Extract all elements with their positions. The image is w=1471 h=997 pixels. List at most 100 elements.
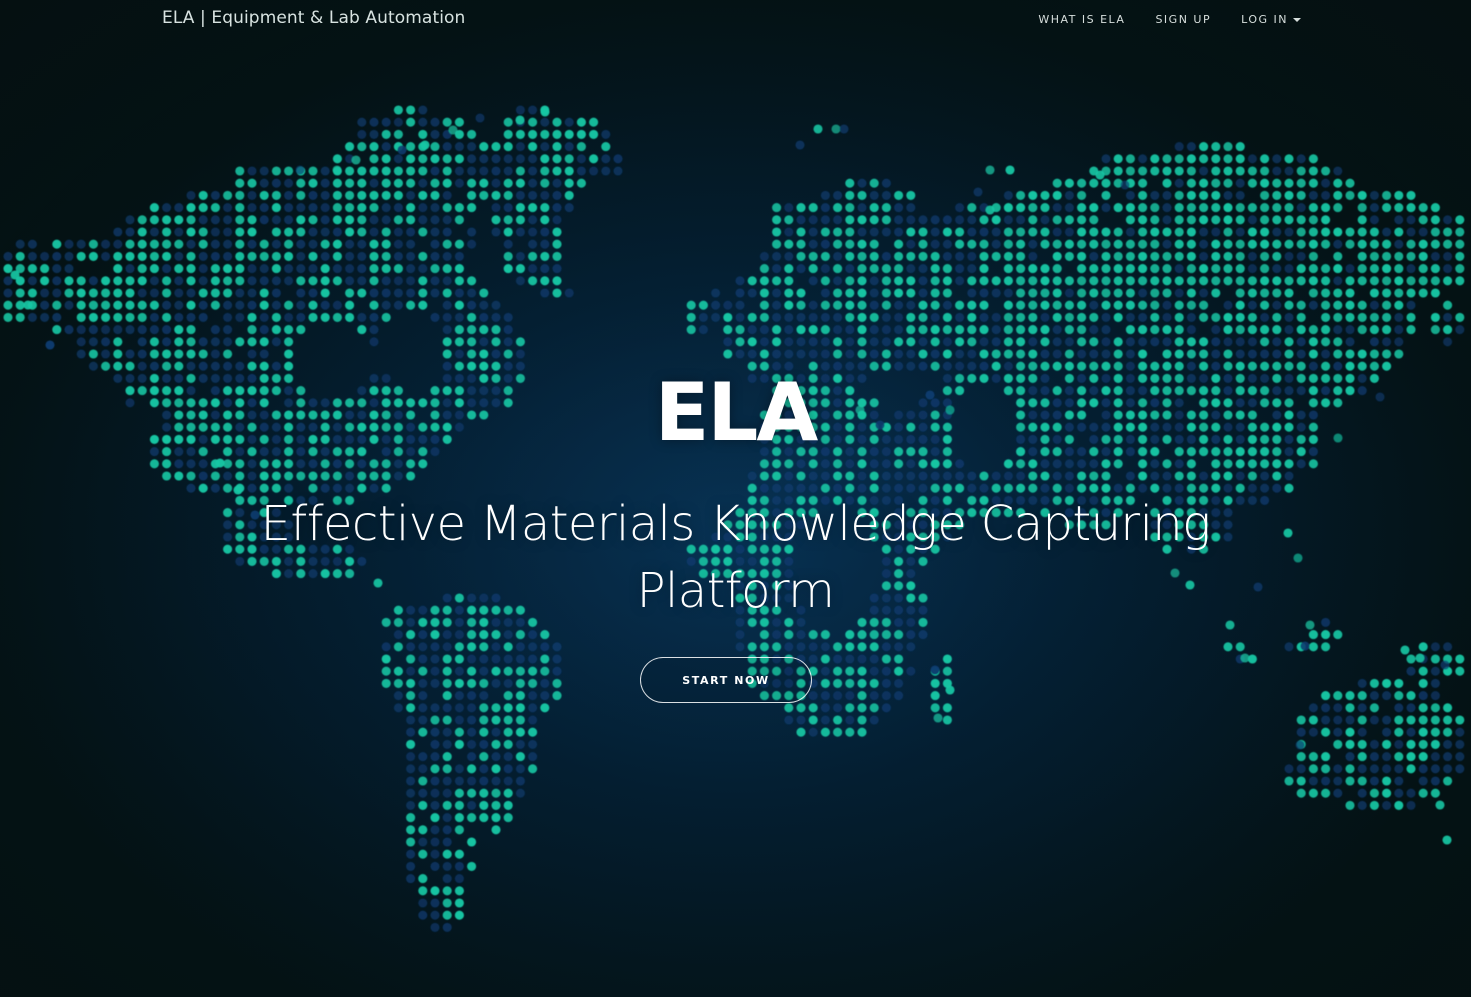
- map-dot-38: [576, 129, 586, 139]
- map-dot-1239: [113, 325, 123, 335]
- map-dot-2666: [467, 691, 477, 701]
- map-dot-2594: [442, 666, 452, 676]
- map-dot-2504: [820, 630, 830, 640]
- map-dot-1208: [1125, 312, 1135, 322]
- nav-sign-up[interactable]: SIGN UP: [1155, 13, 1211, 26]
- map-dot-2916: [479, 800, 489, 810]
- map-dot-516: [1040, 227, 1050, 237]
- map-dot-153: [1235, 166, 1245, 176]
- map-dot-2835: [1406, 752, 1416, 762]
- map-dot-2919: [1345, 800, 1355, 810]
- brand-logo[interactable]: ELA | Equipment & Lab Automation: [162, 8, 465, 28]
- map-dot-784: [552, 264, 562, 274]
- map-dot-219: [186, 190, 196, 200]
- map-dot-3008: [1295, 740, 1305, 750]
- map-dot-1261: [686, 325, 696, 335]
- map-dot-764: [271, 264, 281, 274]
- map-dot-584: [442, 239, 452, 249]
- map-dot-2853: [1308, 764, 1318, 774]
- map-dot-720: [1138, 251, 1148, 261]
- map-dot-2861: [1406, 764, 1416, 774]
- map-dot-2716: [869, 703, 879, 713]
- map-dot-58: [552, 142, 562, 152]
- map-dot-2510: [906, 630, 916, 640]
- map-dot-759: [210, 264, 220, 274]
- map-dot-2536: [808, 642, 818, 652]
- map-dot-524: [1138, 227, 1148, 237]
- map-dot-469: [223, 227, 233, 237]
- map-dot-1260: [503, 325, 513, 335]
- map-dot-349: [1125, 203, 1135, 213]
- map-dot-2610: [820, 666, 830, 676]
- map-dot-339: [1003, 203, 1013, 213]
- map-dot-878: [454, 276, 464, 286]
- start-now-button[interactable]: START NOW: [640, 657, 812, 703]
- map-dot-802: [967, 264, 977, 274]
- map-dot-2707: [528, 703, 538, 713]
- map-dot-2758: [1382, 715, 1392, 725]
- map-dot-66: [1223, 142, 1233, 152]
- map-dot-2661: [393, 691, 403, 701]
- map-dot-1247: [223, 325, 233, 335]
- map-dot-974: [406, 288, 416, 298]
- map-dot-2724: [1357, 703, 1367, 713]
- map-dot-2882: [1357, 776, 1367, 786]
- map-dot-425: [979, 215, 989, 225]
- map-dot-999: [918, 288, 928, 298]
- map-dot-1364: [942, 337, 952, 347]
- map-dot-184: [503, 178, 513, 188]
- map-dot-936: [1382, 276, 1392, 286]
- map-dot-2703: [479, 703, 489, 713]
- map-dot-692: [784, 251, 794, 261]
- map-dot-442: [1211, 215, 1221, 225]
- map-dot-706: [955, 251, 965, 261]
- map-dot-2869: [442, 776, 452, 786]
- map-dot-950: [88, 288, 98, 298]
- map-dot-426: [991, 215, 1001, 225]
- map-dot-466: [186, 227, 196, 237]
- map-dot-2598: [491, 666, 501, 676]
- map-dot-710: [1003, 251, 1013, 261]
- map-dot-1464: [1211, 349, 1221, 359]
- map-dot-804: [1003, 264, 1013, 274]
- map-dot-2807: [1345, 739, 1355, 749]
- nav-log-in[interactable]: LOG IN: [1241, 13, 1301, 26]
- map-dot-654: [88, 251, 98, 261]
- map-dot-252: [845, 190, 855, 200]
- map-dot-925: [1247, 276, 1257, 286]
- map-dot-115: [308, 166, 318, 176]
- map-dot-691: [772, 251, 782, 261]
- map-dot-1474: [1333, 349, 1343, 359]
- map-dot-309: [393, 203, 403, 213]
- map-dot-1224: [1333, 312, 1343, 322]
- map-dot-1426: [735, 349, 745, 359]
- map-dot-2736: [467, 715, 477, 725]
- map-dot-432: [1064, 215, 1074, 225]
- map-dot-1290: [1052, 325, 1062, 335]
- map-dot-39: [589, 129, 599, 139]
- map-dot-822: [1235, 264, 1245, 274]
- map-dot-521: [1101, 227, 1111, 237]
- map-dot-690: [759, 251, 769, 261]
- map-dot-340: [1016, 203, 1026, 213]
- map-dot-740: [1406, 251, 1416, 261]
- map-dot-948: [64, 288, 74, 298]
- map-dot-2595: [454, 666, 464, 676]
- map-dot-714: [1064, 251, 1074, 261]
- map-dot-2678: [820, 691, 830, 701]
- map-dot-2488: [430, 630, 440, 640]
- map-dot-500: [845, 227, 855, 237]
- map-dot-653: [76, 251, 86, 261]
- nav-what-is-ela[interactable]: WHAT IS ELA: [1038, 13, 1125, 26]
- map-dot-986: [747, 288, 757, 298]
- map-dot-2685: [930, 691, 940, 701]
- map-dot-2943: [467, 837, 477, 847]
- map-dot-552: [27, 239, 37, 249]
- map-dot-230: [320, 190, 330, 200]
- map-dot-1211: [1162, 312, 1172, 322]
- map-dot-817: [1174, 264, 1184, 274]
- map-dot-2534: [784, 642, 794, 652]
- map-dot-919: [1174, 276, 1184, 286]
- map-dot-2832: [1369, 752, 1379, 762]
- map-dot-2987: [973, 187, 983, 197]
